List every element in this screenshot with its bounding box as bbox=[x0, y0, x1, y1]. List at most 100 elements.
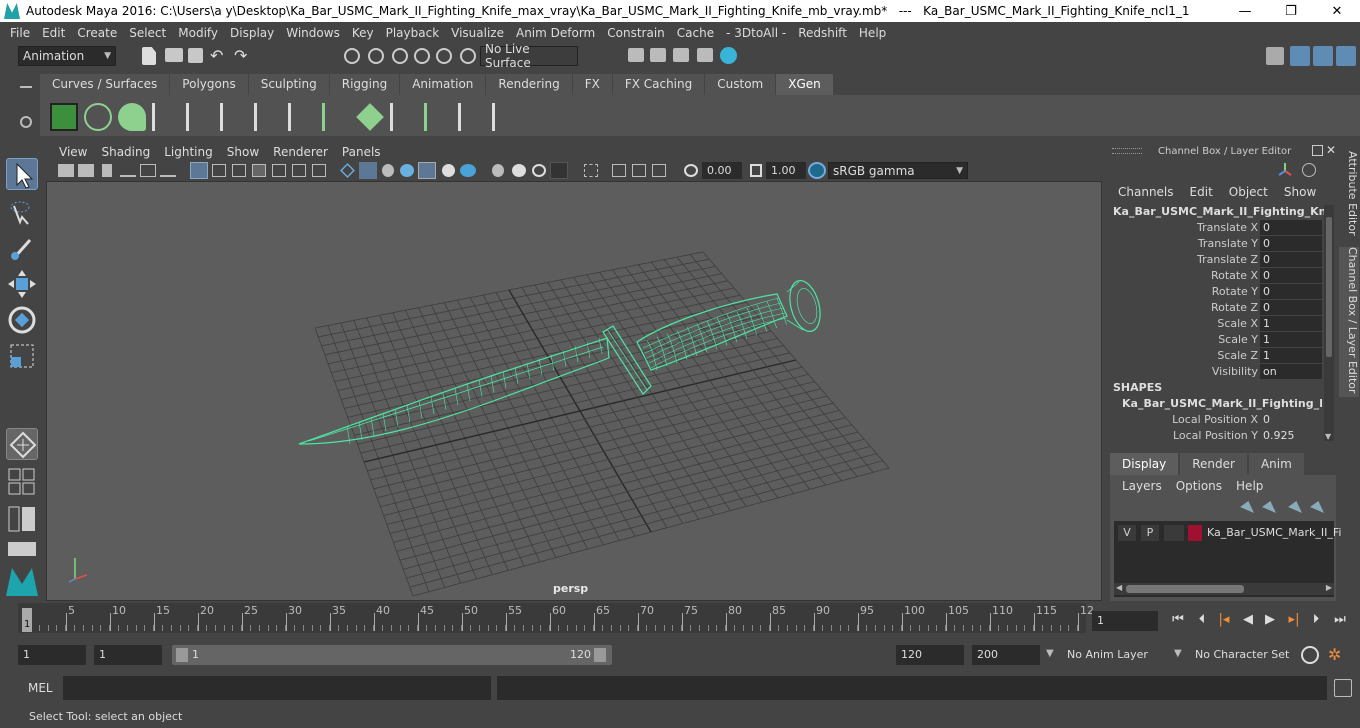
isolate-select-icon[interactable] bbox=[550, 162, 568, 179]
attr-rotate-z[interactable]: Rotate Z0 bbox=[1106, 300, 1324, 316]
image-plane-icon[interactable] bbox=[120, 164, 136, 177]
step-forward-frame-icon[interactable]: ⏵ bbox=[1308, 612, 1324, 628]
new-scene-icon[interactable] bbox=[142, 47, 156, 65]
options-menu[interactable]: Options bbox=[1176, 479, 1222, 493]
exposure-icon[interactable] bbox=[684, 164, 698, 177]
attr-value[interactable]: 0 bbox=[1260, 252, 1322, 267]
layers-menu[interactable]: Layers bbox=[1122, 479, 1162, 493]
bake-guides-icon[interactable] bbox=[458, 103, 486, 131]
maximize-button[interactable]: ❐ bbox=[1268, 0, 1314, 22]
go-to-end-icon[interactable]: ⏭ bbox=[1332, 612, 1348, 628]
redo-icon[interactable]: ↷ bbox=[234, 46, 247, 65]
gate-mask-icon[interactable] bbox=[252, 164, 266, 177]
panel-drag-handle[interactable] bbox=[1112, 148, 1142, 154]
layer-playback-toggle[interactable]: P bbox=[1141, 525, 1159, 541]
animation-end-field[interactable]: 200 bbox=[972, 645, 1040, 665]
playback-start-field[interactable]: 1 bbox=[94, 645, 162, 665]
step-back-frame-icon[interactable]: ⏴ bbox=[1194, 612, 1210, 628]
delete-guides-icon[interactable] bbox=[492, 103, 520, 131]
attr-value[interactable]: 0.925 bbox=[1260, 428, 1322, 443]
menu-create[interactable]: Create bbox=[71, 26, 123, 40]
camera-icon[interactable] bbox=[58, 164, 74, 177]
render-settings-icon[interactable] bbox=[628, 48, 644, 62]
menu-visualize[interactable]: Visualize bbox=[445, 26, 510, 40]
bookmark-icon[interactable] bbox=[102, 164, 112, 177]
menu-3dtoall[interactable]: - 3DtoAll - bbox=[720, 26, 792, 40]
attr-value[interactable]: 0 bbox=[1260, 412, 1322, 427]
tab-rigging[interactable]: Rigging bbox=[329, 74, 400, 95]
tab-curves-surfaces[interactable]: Curves / Surfaces bbox=[40, 74, 170, 95]
menu-playback[interactable]: Playback bbox=[380, 26, 446, 40]
shelf-settings-icon[interactable] bbox=[20, 116, 32, 128]
mode-dropdown[interactable]: Animation ▼ bbox=[18, 46, 116, 66]
attr-value[interactable]: 0 bbox=[1260, 236, 1322, 251]
character-set-field[interactable]: No Character Set bbox=[1190, 645, 1294, 665]
wireframe-on-shaded-icon[interactable] bbox=[382, 164, 394, 177]
render-view-icon[interactable] bbox=[697, 48, 713, 62]
anim-layer-field[interactable]: No Anim Layer bbox=[1062, 645, 1162, 665]
exposure-field[interactable]: 0.00 bbox=[702, 162, 742, 179]
attr-scale-z[interactable]: Scale Z1 bbox=[1106, 348, 1324, 364]
menu-modify[interactable]: Modify bbox=[172, 26, 224, 40]
animation-start-field[interactable]: 1 bbox=[18, 645, 86, 665]
play-backwards-icon[interactable]: ◀ bbox=[1240, 612, 1256, 628]
ipr-render-icon[interactable] bbox=[673, 48, 689, 62]
screen-space-ao-icon[interactable] bbox=[460, 164, 476, 177]
channels-menu[interactable]: Channels bbox=[1118, 185, 1174, 199]
xgen-preview-icon[interactable] bbox=[84, 103, 112, 131]
shelf-menu-icon[interactable] bbox=[20, 86, 32, 88]
textured-icon[interactable] bbox=[400, 164, 414, 177]
single-view-layout-icon[interactable] bbox=[8, 542, 36, 556]
show-menu[interactable]: Show bbox=[1284, 185, 1316, 199]
xgen-editor-icon[interactable] bbox=[50, 103, 78, 131]
scroll-left-icon[interactable]: ◀ bbox=[1116, 583, 1122, 592]
attr-rotate-x[interactable]: Rotate X0 bbox=[1106, 268, 1324, 284]
tab-rendering[interactable]: Rendering bbox=[486, 74, 572, 95]
backface-culling-icon[interactable] bbox=[652, 164, 666, 177]
xray-joints-icon[interactable] bbox=[612, 164, 626, 177]
tab-anim-layers[interactable]: Anim bbox=[1248, 453, 1304, 475]
attribute-editor-tab[interactable]: Attribute Editor bbox=[1339, 151, 1359, 241]
motion-blur-icon[interactable] bbox=[492, 164, 504, 177]
quad-view-button[interactable] bbox=[6, 428, 38, 460]
attr-value[interactable]: on bbox=[1260, 364, 1322, 379]
menu-windows[interactable]: Windows bbox=[280, 26, 346, 40]
playback-end-field[interactable]: 120 bbox=[896, 645, 964, 665]
edit-menu[interactable]: Edit bbox=[1190, 185, 1213, 199]
move-layer-down-icon[interactable] bbox=[1262, 501, 1276, 513]
time-slider[interactable]: 5 10 15 20 25 30 35 40 45 50 55 60 65 70 75 80 85 90 95 100… bbox=[18, 603, 1094, 633]
gizmo-icon[interactable] bbox=[1278, 161, 1292, 177]
attr-local-position-x[interactable]: Local Position X0 bbox=[1106, 412, 1324, 428]
menu-constrain[interactable]: Constrain bbox=[601, 26, 671, 40]
script-editor-icon[interactable] bbox=[1334, 679, 1352, 697]
field-chart-icon[interactable] bbox=[272, 164, 286, 177]
panel-menu-lighting[interactable]: Lighting bbox=[157, 145, 220, 159]
scrollbar-thumb[interactable] bbox=[1326, 217, 1332, 357]
menu-help[interactable]: Help bbox=[853, 26, 892, 40]
shadows-icon[interactable] bbox=[442, 164, 455, 177]
attr-translate-y[interactable]: Translate Y0 bbox=[1106, 236, 1324, 252]
close-button[interactable]: ✕ bbox=[1314, 0, 1360, 22]
snap-grid-icon[interactable] bbox=[414, 48, 430, 64]
safe-title-icon[interactable] bbox=[312, 164, 326, 177]
move-layer-up-icon[interactable] bbox=[1240, 501, 1254, 513]
animation-preferences-icon[interactable]: ✲ bbox=[1328, 646, 1348, 664]
film-gate-icon[interactable] bbox=[212, 164, 226, 177]
open-scene-icon[interactable] bbox=[165, 48, 183, 62]
perspective-viewport[interactable]: persp bbox=[46, 181, 1102, 601]
move-guide-icon[interactable] bbox=[186, 103, 214, 131]
range-slider[interactable]: 1 120 bbox=[172, 645, 612, 665]
layer-horizontal-scrollbar[interactable]: ◀ ▶ bbox=[1114, 583, 1334, 595]
insert-cv-icon[interactable] bbox=[220, 103, 248, 131]
auto-key-icon[interactable] bbox=[1301, 646, 1319, 664]
tab-xgen[interactable]: XGen bbox=[776, 74, 833, 95]
layer-name[interactable]: Ka_Bar_USMC_Mark_II_Fi bbox=[1207, 526, 1341, 539]
xray-icon[interactable] bbox=[584, 164, 598, 177]
hypershade-icon[interactable] bbox=[720, 47, 737, 64]
tab-fx[interactable]: FX bbox=[572, 74, 612, 95]
toggle-tool-settings-icon[interactable] bbox=[1313, 46, 1333, 66]
scroll-down-icon[interactable]: ▼ bbox=[1325, 432, 1331, 441]
toggle-channel-box-icon[interactable] bbox=[1336, 46, 1356, 66]
step-forward-key-icon[interactable]: ▸| bbox=[1286, 612, 1302, 628]
menu-anim-deform[interactable]: Anim Deform bbox=[510, 26, 601, 40]
